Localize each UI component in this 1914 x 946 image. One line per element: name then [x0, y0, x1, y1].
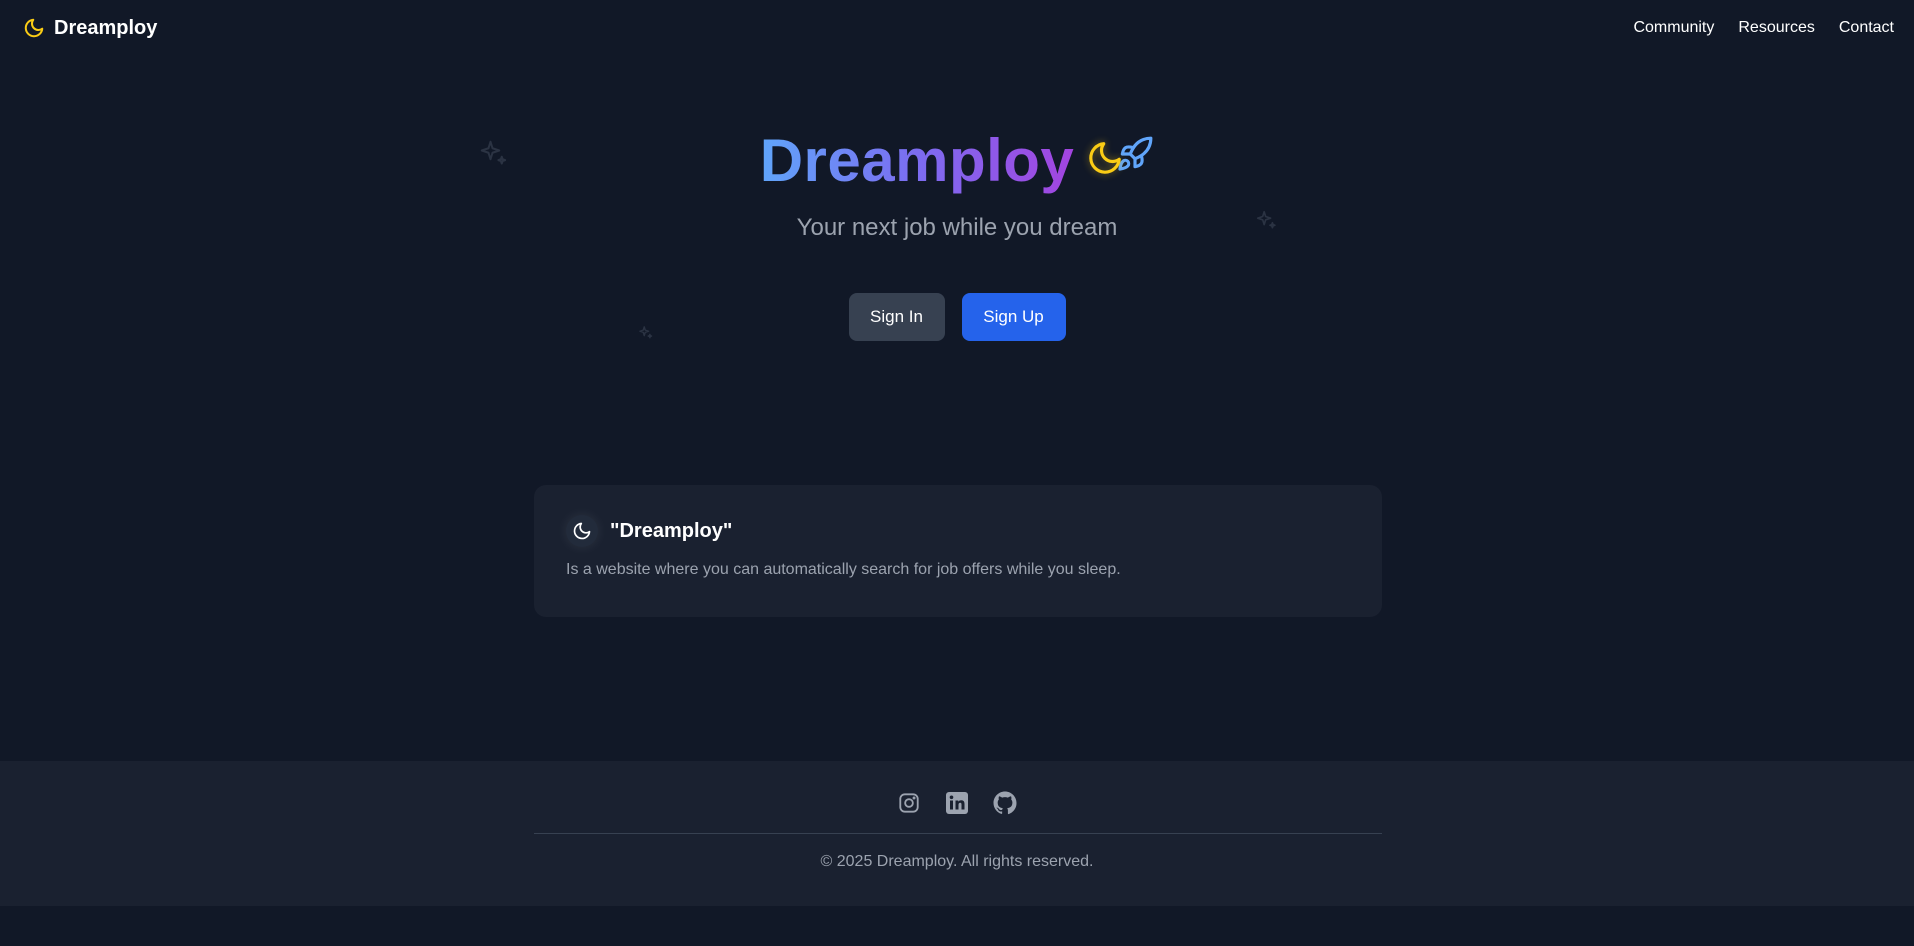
- nav-link-resources[interactable]: Resources: [1738, 19, 1814, 37]
- social-links: [0, 791, 1914, 815]
- hero-title: Dreamploy: [759, 127, 1075, 194]
- brand-logo-link[interactable]: Dreamploy: [22, 16, 157, 40]
- brand-name: Dreamploy: [54, 16, 158, 39]
- nav-link-community[interactable]: Community: [1633, 19, 1714, 37]
- copyright-text: © 2025 Dreamploy. All rights reserved.: [820, 853, 1094, 870]
- footer: © 2025 Dreamploy. All rights reserved.: [0, 761, 1914, 906]
- linkedin-icon[interactable]: [945, 791, 969, 815]
- card-header: "Dreamploy": [566, 515, 1350, 547]
- moon-icon: [1089, 142, 1122, 174]
- sign-in-button[interactable]: Sign In: [848, 293, 945, 341]
- hero-buttons: Sign In Sign Up: [0, 293, 1914, 341]
- sign-up-button[interactable]: Sign Up: [961, 293, 1066, 341]
- card-description: Is a website where you can automatically…: [566, 561, 1121, 578]
- card-title: "Dreamploy": [610, 519, 733, 542]
- hero-title-row: Dreamploy: [0, 126, 1914, 196]
- about-card: "Dreamploy" Is a website where you can a…: [534, 485, 1382, 617]
- page: Dreamploy Community Resources Contact Dr…: [0, 0, 1914, 946]
- nav-link-contact[interactable]: Contact: [1839, 19, 1894, 37]
- github-icon[interactable]: [993, 791, 1017, 815]
- instagram-icon[interactable]: [897, 791, 921, 815]
- hero-subtitle: Your next job while you dream: [796, 214, 1118, 241]
- moon-icon: [22, 16, 46, 40]
- hero-icons: [1086, 136, 1154, 177]
- moon-icon: [566, 515, 598, 547]
- nav-links: Community Resources Contact: [1633, 19, 1894, 37]
- top-nav: Dreamploy Community Resources Contact: [0, 0, 1914, 56]
- footer-divider: [534, 833, 1382, 834]
